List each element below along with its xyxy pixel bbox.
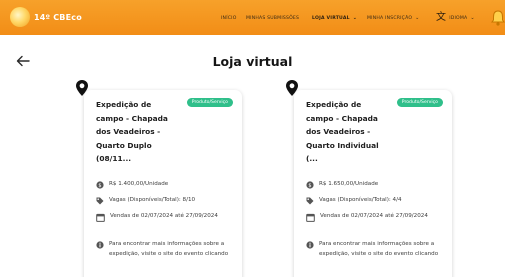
- product-vagas: Vagas (Disponíveis/Total): 8/10: [109, 197, 196, 203]
- vendas-row: Vendas de 02/07/2024 até 27/09/2024: [306, 212, 440, 222]
- product-vendas-period: Vendas de 02/07/2024 até 27/09/2024: [320, 213, 428, 219]
- info-icon: [306, 241, 314, 249]
- product-price: R$ 1.400,00/Unidade: [109, 181, 169, 187]
- nav-idioma-label: IDIOMA: [449, 15, 468, 21]
- product-card[interactable]: Produto/Serviço Expedição de campo - Cha…: [76, 80, 242, 277]
- nav-inicio[interactable]: INÍCIO: [221, 13, 237, 23]
- page-title: Loja virtual: [212, 54, 293, 69]
- chevron-down-icon: ⌄: [415, 14, 420, 21]
- product-vendas-period: Vendas de 02/07/2024 até 27/09/2024: [110, 213, 218, 219]
- product-price: R$ 1.650,00/Unidade: [319, 181, 379, 187]
- price-row: $ R$ 1.400,00/Unidade: [96, 180, 168, 190]
- vagas-row: Vagas (Disponíveis/Total): 4/4: [306, 196, 402, 206]
- info-row: Para encontrar mais informações sobre a …: [306, 240, 446, 259]
- chevron-down-icon: ⌄: [470, 14, 475, 21]
- product-type-badge: Produto/Serviço: [396, 98, 443, 107]
- notification-bell-icon[interactable]: [491, 9, 505, 27]
- product-title[interactable]: Expedição de campo - Chapada dos Veadeir…: [96, 98, 180, 166]
- chevron-down-icon: ⌄: [352, 14, 358, 21]
- coin-icon: $: [96, 181, 104, 189]
- tag-icon: [96, 197, 104, 205]
- vendas-row: Vendas de 02/07/2024 até 27/09/2024: [96, 212, 230, 222]
- nav-loja-virtual[interactable]: LOJA VIRTUAL ⌄: [312, 13, 357, 23]
- info-row: Para encontrar mais informações sobre a …: [96, 240, 236, 259]
- coin-icon: $: [306, 181, 314, 189]
- calendar-icon: [306, 213, 315, 222]
- tag-icon: [306, 197, 314, 205]
- product-info-text: Para encontrar mais informações sobre a …: [109, 241, 229, 257]
- vagas-row: Vagas (Disponíveis/Total): 8/10: [96, 196, 195, 206]
- nav-minhas-submissoes[interactable]: MINHAS SUBMISSÕES: [246, 13, 299, 23]
- top-navigation-bar: 14º CBEco INÍCIO MINHAS SUBMISSÕES LOJA …: [0, 0, 505, 35]
- location-pin-icon: [286, 80, 298, 96]
- nav-loja-virtual-label: LOJA VIRTUAL: [312, 15, 350, 21]
- product-type-badge: Produto/Serviço: [186, 98, 233, 107]
- nav-idioma[interactable]: 文 IDIOMA ⌄: [436, 13, 475, 23]
- location-pin-icon: [76, 80, 88, 96]
- svg-text:$: $: [308, 183, 311, 189]
- logo-icon: [10, 7, 30, 27]
- nav-minhas-submissoes-label: MINHAS SUBMISSÕES: [246, 15, 300, 21]
- translate-icon: 文: [436, 12, 447, 23]
- nav-minha-inscricao-label: MINHA INSCRIÇÃO: [367, 15, 413, 21]
- nav-minha-inscricao[interactable]: MINHA INSCRIÇÃO ⌄: [367, 13, 420, 23]
- product-card[interactable]: Produto/Serviço Expedição de campo - Cha…: [286, 80, 452, 277]
- logo-text: 14º CBEco: [34, 12, 82, 22]
- nav-inicio-label: INÍCIO: [221, 15, 237, 21]
- calendar-icon: [96, 213, 105, 222]
- event-logo[interactable]: 14º CBEco: [10, 7, 82, 27]
- price-row: $ R$ 1.650,00/Unidade: [306, 180, 378, 190]
- svg-text:$: $: [98, 183, 101, 189]
- product-vagas: Vagas (Disponíveis/Total): 4/4: [319, 197, 402, 203]
- product-title[interactable]: Expedição de campo - Chapada dos Veadeir…: [306, 98, 390, 166]
- info-icon: [96, 241, 104, 249]
- product-info-text: Para encontrar mais informações sobre a …: [319, 241, 439, 257]
